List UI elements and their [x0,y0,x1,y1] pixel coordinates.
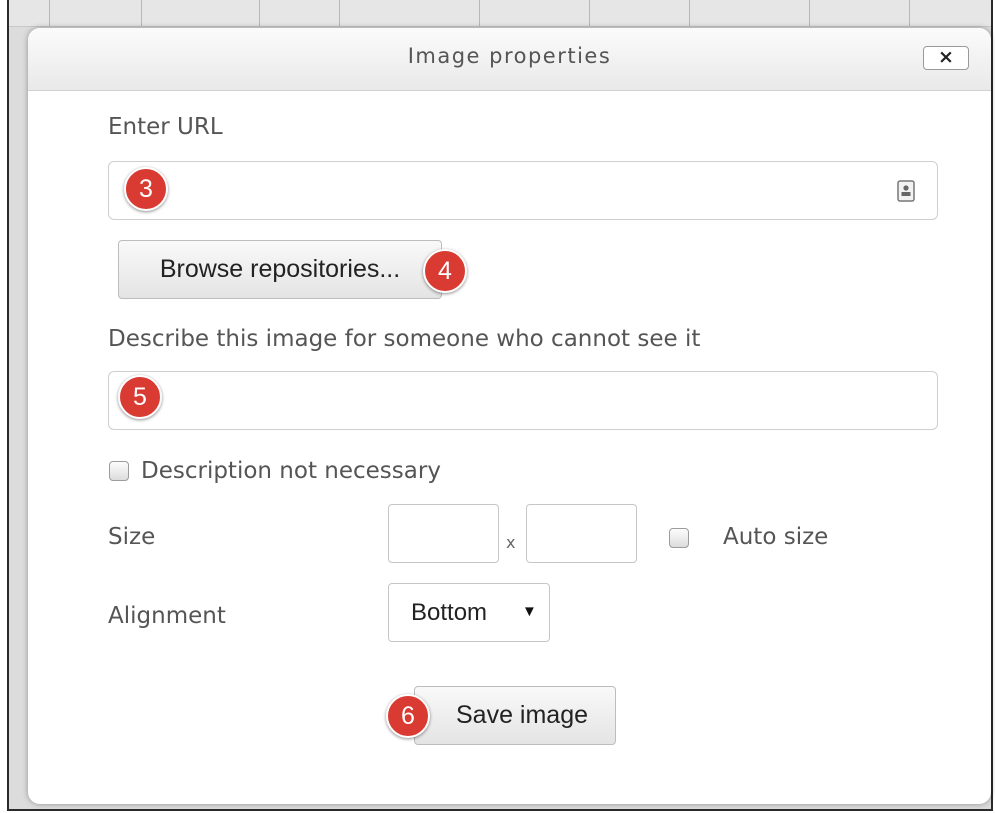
annotation-badge-4: 4 [423,249,467,293]
alignment-selected-value: Bottom [411,599,488,626]
close-button[interactable]: × [923,46,969,70]
browse-repositories-button[interactable]: Browse repositories... [118,240,442,299]
width-input[interactable] [388,504,499,563]
size-separator: x [506,533,516,552]
annotation-badge-6: 6 [386,694,430,738]
auto-size-label: Auto size [723,524,829,550]
annotation-badge-5: 5 [118,375,162,419]
toolbar-separator [909,0,910,26]
toolbar-separator [339,0,340,26]
toolbar-separator [689,0,690,26]
toolbar-separator [589,0,590,26]
toolbar-separator [141,0,142,26]
url-input[interactable] [108,161,938,220]
dialog-header: Image properties × [28,28,991,91]
editor-toolbar [9,0,991,27]
dialog-title: Image properties [407,44,612,68]
chevron-down-icon: ▼ [522,603,537,620]
annotation-badge-3: 3 [124,167,168,211]
alignment-label: Alignment [108,603,226,629]
toolbar-separator [479,0,480,26]
size-label: Size [108,524,156,550]
description-not-necessary-label: Description not necessary [141,458,441,484]
toolbar-separator [259,0,260,26]
height-input[interactable] [526,504,637,563]
toolbar-separator [49,0,50,26]
toolbar-separator [809,0,810,26]
save-image-button[interactable]: Save image [414,686,616,745]
url-label: Enter URL [108,114,223,140]
alignment-select[interactable]: Bottom ▼ [388,583,550,642]
description-input[interactable] [108,371,938,430]
image-properties-dialog: Image properties × Enter URL 3 Browse re… [28,28,991,804]
description-not-necessary-checkbox[interactable] [109,461,129,481]
auto-size-checkbox[interactable] [669,528,689,548]
contact-card-icon[interactable] [897,180,915,202]
description-label: Describe this image for someone who cann… [108,326,701,352]
